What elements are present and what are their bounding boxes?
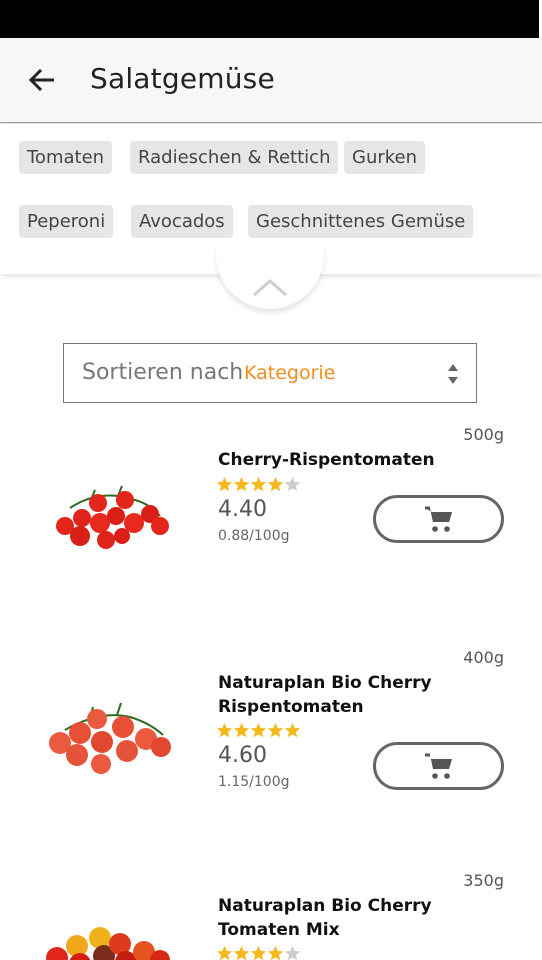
collapse-filters-button[interactable] — [216, 245, 324, 309]
star-icon — [284, 722, 301, 738]
cart-icon — [424, 753, 452, 779]
star-empty-icon — [284, 945, 301, 960]
arrow-left-icon — [28, 68, 54, 92]
product-price: 4.60 — [218, 743, 267, 768]
chip-peperoni[interactable]: Peperoni — [19, 205, 114, 238]
chip-avocados[interactable]: Avocados — [131, 205, 233, 238]
status-bar — [0, 0, 542, 38]
sort-value: Kategorie — [244, 362, 336, 384]
star-icon — [233, 945, 250, 960]
product-name-line-2: Rispentomaten — [218, 697, 364, 717]
star-icon — [250, 722, 267, 738]
star-icon — [216, 945, 233, 960]
chip-radieschen-rettich[interactable]: Radieschen & Rettich — [130, 141, 339, 174]
cart-icon — [424, 506, 452, 532]
star-icon — [216, 476, 233, 492]
sort-dropdown[interactable]: Sortieren nach Kategorie — [63, 343, 477, 403]
chevron-up-icon — [253, 279, 287, 297]
product-image — [49, 702, 171, 774]
product-unit-price: 0.88/100g — [218, 528, 290, 544]
product-weight: 500g — [463, 425, 504, 444]
product-card[interactable]: 350g Naturaplan Bio Cherry Tomaten Mix — [0, 866, 542, 960]
star-icon — [233, 722, 250, 738]
chip-gurken[interactable]: Gurken — [344, 141, 426, 174]
star-icon — [267, 722, 284, 738]
product-rating — [216, 945, 301, 960]
sort-arrows-icon — [448, 364, 458, 384]
star-icon — [267, 476, 284, 492]
page-title: Salatgemüse — [90, 62, 275, 95]
product-card[interactable]: 400g Naturaplan Bio Cherry Rispentomaten… — [0, 643, 542, 843]
product-image — [56, 485, 169, 549]
product-price: 4.40 — [218, 497, 267, 522]
product-name-line-1: Naturaplan Bio Cherry — [218, 673, 432, 693]
product-rating — [216, 476, 301, 494]
star-icon — [250, 945, 267, 960]
star-icon — [267, 945, 284, 960]
product-card[interactable]: 500g Cherry-Rispentomaten 4.40 0.88/100g — [0, 420, 542, 620]
chip-tomaten[interactable]: Tomaten — [19, 141, 113, 174]
product-weight: 350g — [463, 871, 504, 890]
add-to-cart-button[interactable] — [373, 742, 504, 790]
product-name[interactable]: Naturaplan Bio Cherry Tomaten Mix — [218, 894, 458, 942]
product-name[interactable]: Cherry-Rispentomaten — [218, 448, 458, 472]
product-image — [46, 927, 170, 960]
product-weight: 400g — [463, 648, 504, 667]
back-button[interactable] — [22, 60, 62, 100]
star-icon — [216, 722, 233, 738]
add-to-cart-button[interactable] — [373, 495, 504, 543]
star-empty-icon — [284, 476, 301, 492]
product-rating — [216, 722, 301, 740]
app-bar: Salatgemüse — [0, 38, 542, 123]
product-unit-price: 1.15/100g — [218, 774, 290, 790]
product-name-line-2: Tomaten Mix — [218, 920, 340, 940]
product-name[interactable]: Naturaplan Bio Cherry Rispentomaten — [218, 671, 458, 719]
product-name-line-1: Naturaplan Bio Cherry — [218, 896, 432, 916]
star-icon — [233, 476, 250, 492]
star-icon — [250, 476, 267, 492]
chip-geschnittenes-gemuese[interactable]: Geschnittenes Gemüse — [248, 205, 474, 238]
sort-label: Sortieren nach — [82, 360, 244, 385]
